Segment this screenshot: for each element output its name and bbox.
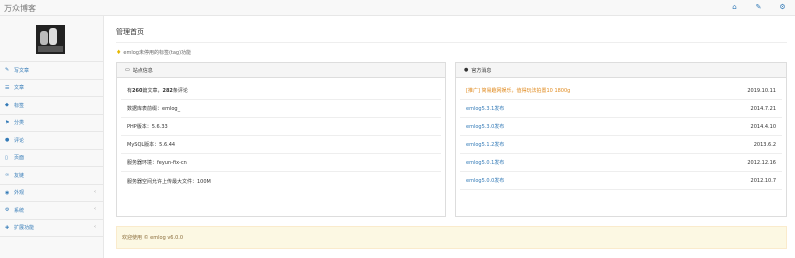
monitor-icon: ▭ bbox=[125, 67, 130, 73]
official-news-panel: ● 官方消息 [推广] 简易趣网娱乐，值得玩法拍置10 1800g 2019.1… bbox=[455, 62, 787, 217]
news-link[interactable]: emlog5.3.0发布 bbox=[466, 123, 504, 130]
eye-icon: ◉ bbox=[5, 189, 10, 196]
stat-row: MySQL版本：5.6.44 bbox=[121, 136, 441, 154]
sidebar-item-write[interactable]: ✎ 写文章 bbox=[0, 62, 103, 80]
sidebar-item-label: 文章 bbox=[14, 85, 25, 92]
news-date: 2014.7.21 bbox=[750, 105, 776, 112]
avatar[interactable] bbox=[36, 25, 65, 54]
footer-notice: 欢迎使用 © emlog v6.0.0 bbox=[116, 226, 787, 249]
page-title: 管理首页 bbox=[116, 28, 144, 36]
news-row: emlog5.3.1发布 2014.7.21 bbox=[460, 100, 782, 118]
list-icon: ☰ bbox=[5, 84, 10, 91]
sidebar-item-label: 标签 bbox=[14, 102, 25, 109]
news-date: 2012.12.16 bbox=[747, 159, 776, 166]
panel-title: 站点信息 bbox=[132, 67, 153, 74]
stat-row: 服务器空间允许上传最大文件：100M bbox=[127, 178, 211, 185]
plugin-icon: ✚ bbox=[5, 224, 10, 231]
sidebar-item-articles[interactable]: ☰ 文章 bbox=[0, 80, 103, 97]
site-brand[interactable]: 万众博客 bbox=[4, 3, 36, 14]
stat-row: 服务器环境：feyun-fix-cn bbox=[121, 154, 441, 172]
panel-heading: ● 官方消息 bbox=[456, 63, 786, 78]
panel-title: 官方消息 bbox=[471, 67, 492, 74]
news-row: emlog5.0.1发布 2012.12.16 bbox=[460, 154, 782, 172]
comment-count[interactable]: 282 bbox=[162, 88, 172, 94]
sidebar-item-tags[interactable]: ◆ 标签 bbox=[0, 97, 103, 115]
news-date: 2013.6.2 bbox=[753, 141, 776, 148]
site-info-panel: ▭ 站点信息 有 260 篇文章， 282 条评论 数据库表前缀：emlog_ PHP版… bbox=[116, 62, 446, 217]
stat-row: PHP版本：5.6.33 bbox=[121, 118, 441, 136]
sidebar-item-system[interactable]: ⚙ 系统 ‹ bbox=[0, 202, 103, 220]
news-date: 2012.10.7 bbox=[750, 177, 776, 184]
chevron-left-icon: ‹ bbox=[94, 206, 96, 212]
news-date: 2019.10.11 bbox=[747, 87, 776, 94]
link-icon: ∞ bbox=[5, 172, 10, 179]
file-icon: ▯ bbox=[5, 154, 8, 161]
avatar-box bbox=[0, 16, 103, 62]
tip-message: ♦ emlog未停用的标签(tag)功能 bbox=[116, 49, 191, 56]
news-link[interactable]: emlog5.1.2发布 bbox=[466, 141, 504, 148]
sidebar-item-extensions[interactable]: ✚ 扩展功能 ‹ bbox=[0, 220, 103, 237]
sidebar-item-comments[interactable]: ● 评论 bbox=[0, 132, 103, 150]
top-navbar: 万众博客 ⌂ ✎ ⚙ bbox=[0, 0, 795, 16]
sidebar-item-label: 扩展功能 bbox=[14, 225, 35, 232]
sidebar-item-label: 系统 bbox=[14, 207, 25, 214]
sidebar-item-categories[interactable]: ⚑ 分类 bbox=[0, 115, 103, 132]
sidebar-item-label: 分类 bbox=[14, 120, 25, 127]
pencil-icon: ✎ bbox=[5, 67, 10, 74]
news-link[interactable]: emlog5.0.0发布 bbox=[466, 177, 504, 184]
sidebar: ✎ 写文章 ☰ 文章 ◆ 标签 ⚑ 分类 ● 评论 ▯ 页面 ∞ 友链 ◉ 外观 ‹ ⚙ 系统 ‹ ✚… bbox=[0, 16, 104, 258]
stat-row-counts: 有 260 篇文章， 282 条评论 bbox=[121, 82, 441, 100]
news-link[interactable]: emlog5.0.1发布 bbox=[466, 159, 504, 166]
wrench-icon[interactable]: ✎ bbox=[754, 3, 763, 12]
news-link[interactable]: [推广] 简易趣网娱乐，值得玩法拍置10 1800g bbox=[466, 87, 570, 94]
lightbulb-icon: ♦ bbox=[116, 49, 122, 56]
gear-icon[interactable]: ⚙ bbox=[778, 3, 787, 12]
panel-heading: ▭ 站点信息 bbox=[117, 63, 445, 78]
article-count[interactable]: 260 bbox=[132, 88, 142, 94]
news-row: emlog5.3.0发布 2014.4.10 bbox=[460, 118, 782, 136]
tag-icon: ◆ bbox=[5, 102, 9, 109]
sidebar-item-label: 友链 bbox=[14, 172, 25, 179]
sidebar-item-label: 外观 bbox=[14, 190, 25, 197]
chevron-left-icon: ‹ bbox=[94, 223, 96, 230]
main-content: 管理首页 ♦ emlog未停用的标签(tag)功能 ▭ 站点信息 有 260 篇文章… bbox=[104, 16, 795, 258]
news-link[interactable]: emlog5.3.1发布 bbox=[466, 105, 504, 112]
gear-icon: ⚙ bbox=[5, 207, 10, 214]
news-row: emlog5.0.0发布 2012.10.7 bbox=[460, 172, 782, 190]
flag-icon: ⚑ bbox=[5, 119, 10, 126]
news-row: emlog5.1.2发布 2013.6.2 bbox=[460, 136, 782, 154]
sidebar-item-label: 评论 bbox=[14, 137, 25, 144]
home-icon[interactable]: ⌂ bbox=[730, 3, 739, 12]
stat-mid: 篇文章， bbox=[142, 88, 163, 94]
divider bbox=[116, 42, 787, 43]
news-row: [推广] 简易趣网娱乐，值得玩法拍置10 1800g 2019.10.11 bbox=[460, 82, 782, 100]
globe-icon: ● bbox=[464, 67, 469, 73]
sidebar-item-links[interactable]: ∞ 友链 bbox=[0, 167, 103, 185]
sidebar-item-pages[interactable]: ▯ 页面 bbox=[0, 150, 103, 167]
tip-text[interactable]: emlog未停用的标签(tag)功能 bbox=[123, 49, 191, 56]
stat-row: 数据库表前缀：emlog_ bbox=[121, 100, 441, 118]
sidebar-menu: ✎ 写文章 ☰ 文章 ◆ 标签 ⚑ 分类 ● 评论 ▯ 页面 ∞ 友链 ◉ 外观 ‹ ⚙ 系统 ‹ ✚… bbox=[0, 62, 103, 237]
chevron-left-icon: ‹ bbox=[94, 188, 96, 195]
sidebar-item-label: 页面 bbox=[14, 155, 25, 162]
sidebar-item-label: 写文章 bbox=[14, 67, 30, 74]
stat-suffix: 条评论 bbox=[172, 88, 188, 94]
top-icon-group: ⌂ ✎ ⚙ bbox=[730, 3, 787, 12]
comment-icon: ● bbox=[5, 137, 10, 144]
news-date: 2014.4.10 bbox=[750, 123, 776, 130]
sidebar-item-appearance[interactable]: ◉ 外观 ‹ bbox=[0, 185, 103, 202]
